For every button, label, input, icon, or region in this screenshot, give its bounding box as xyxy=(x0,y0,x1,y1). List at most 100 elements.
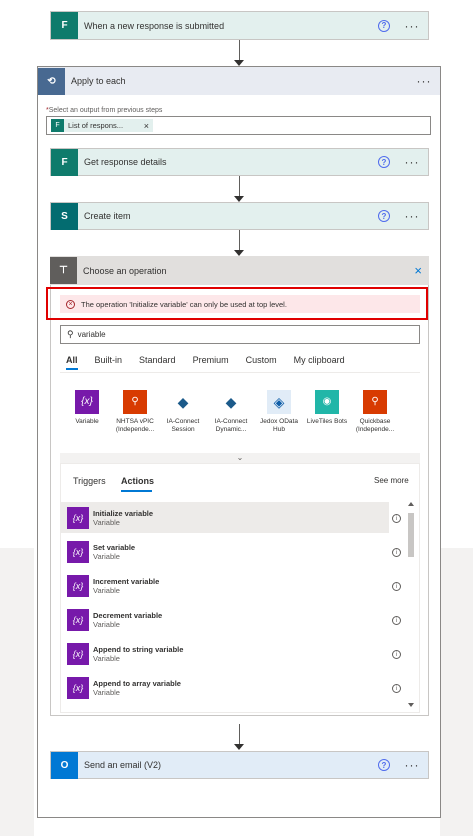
forms-icon: F xyxy=(51,148,78,176)
more-options-button[interactable]: ··· xyxy=(402,155,422,169)
select-output-label: *Select an output from previous steps xyxy=(46,107,163,114)
variable-icon: {x} xyxy=(67,676,89,699)
search-icon: ⚲ xyxy=(67,329,74,339)
help-icon[interactable]: ? xyxy=(378,156,390,168)
tab-underline xyxy=(121,490,152,492)
tab-underline xyxy=(66,368,78,370)
see-more-link[interactable]: See more xyxy=(374,476,409,485)
step-title: Get response details xyxy=(84,157,167,167)
tab-my-clipboard[interactable]: My clipboard xyxy=(294,355,345,365)
apply-to-each-title: Apply to each xyxy=(71,76,126,86)
connector-label: IA-Connect Session xyxy=(166,418,200,433)
action-connector: Variable xyxy=(93,517,120,527)
search-box[interactable]: ⚲ variable xyxy=(60,325,420,344)
flow-arrow xyxy=(233,176,245,202)
more-options-button[interactable]: ··· xyxy=(402,209,422,223)
tab-triggers[interactable]: Triggers xyxy=(73,476,106,486)
create-item-card[interactable]: S Create item ? ··· xyxy=(50,202,429,230)
tab-all[interactable]: All xyxy=(66,355,78,365)
variable-icon: {x} xyxy=(67,506,89,529)
forms-icon: F xyxy=(51,12,78,39)
trigger-card[interactable]: F When a new response is submitted ? ··· xyxy=(50,11,429,40)
action-connector: Variable xyxy=(93,687,120,697)
action-connector: Variable xyxy=(93,619,120,629)
forms-icon: F xyxy=(51,119,64,132)
action-name: Initialize variable xyxy=(93,508,154,518)
action-connector: Variable xyxy=(93,585,120,595)
connector-label: Jedox OData Hub xyxy=(260,418,298,433)
connector-label: NHTSA vPIC (Independe... xyxy=(115,418,155,433)
tab-custom[interactable]: Custom xyxy=(246,355,277,365)
token-remove-icon[interactable]: × xyxy=(144,121,149,131)
help-icon[interactable]: ? xyxy=(378,19,390,32)
connector-tabs: All Built-in Standard Premium Custom My … xyxy=(66,355,362,365)
tab-actions[interactable]: Actions xyxy=(121,476,154,486)
info-icon[interactable]: i xyxy=(392,616,401,625)
connector-ia-connect-dynamic[interactable]: ◆ IA-Connect Dynamic... xyxy=(207,390,255,434)
more-options-button[interactable]: ··· xyxy=(414,74,434,88)
sharepoint-icon: S xyxy=(51,202,78,230)
action-name: Decrement variable xyxy=(93,610,163,620)
error-banner: × The operation 'Initialize variable' ca… xyxy=(60,295,420,313)
flow-arrow xyxy=(233,230,245,256)
action-row-set-variable[interactable]: {x} Set variable Variable xyxy=(61,536,389,567)
tab-built-in[interactable]: Built-in xyxy=(95,355,123,365)
connector-label: IA-Connect Dynamic... xyxy=(214,418,248,433)
action-row-decrement-variable[interactable]: {x} Decrement variable Variable xyxy=(61,604,389,635)
expand-connectors-bar[interactable]: ⌄ xyxy=(60,453,420,463)
error-icon: × xyxy=(66,299,75,309)
info-icon[interactable]: i xyxy=(392,684,401,693)
token-label: List of respons... xyxy=(68,121,124,130)
connector-jedox[interactable]: ◈ Jedox OData Hub xyxy=(255,390,303,434)
connector-label: Variable xyxy=(75,418,99,425)
help-icon[interactable]: ? xyxy=(378,759,390,771)
more-options-button[interactable]: ··· xyxy=(402,758,422,772)
apply-to-each-header[interactable]: ⟲ Apply to each ··· xyxy=(38,67,440,95)
send-email-card[interactable]: O Send an email (V2) ? ··· xyxy=(50,751,429,779)
tab-standard[interactable]: Standard xyxy=(139,355,176,365)
step-title: Create item xyxy=(84,211,131,221)
flow-arrow xyxy=(233,724,245,750)
info-icon[interactable]: i xyxy=(392,650,401,659)
trigger-title: When a new response is submitted xyxy=(84,20,225,31)
connector-quickbase[interactable]: ⚲ Quickbase (Independe... xyxy=(351,390,399,434)
action-name: Set variable xyxy=(93,542,136,552)
info-icon[interactable]: i xyxy=(392,582,401,591)
help-icon[interactable]: ? xyxy=(378,210,390,222)
dynamic-token[interactable]: F List of respons... × xyxy=(51,119,153,132)
action-row-append-string[interactable]: {x} Append to string variable Variable xyxy=(61,638,389,669)
flow-arrow xyxy=(233,40,245,66)
scrollbar-thumb[interactable] xyxy=(408,513,414,557)
connector-label: LiveTiles Bots xyxy=(306,418,348,425)
info-icon[interactable]: i xyxy=(392,514,401,523)
info-icon[interactable]: i xyxy=(392,548,401,557)
connector-label: Quickbase (Independe... xyxy=(355,418,395,433)
scroll-down-arrow[interactable] xyxy=(408,703,414,707)
tab-premium[interactable]: Premium xyxy=(193,355,229,365)
scrollbar-track[interactable] xyxy=(407,502,415,707)
more-options-button[interactable]: ··· xyxy=(402,19,422,33)
livetiles-icon: ◉ xyxy=(315,390,339,414)
step-title: Send an email (V2) xyxy=(84,760,162,770)
connector-ia-connect-session[interactable]: ◆ IA-Connect Session xyxy=(159,390,207,434)
connector-nhtsa[interactable]: ⚲ NHTSA vPIC (Independe... xyxy=(111,390,159,434)
connector-livetiles[interactable]: ◉ LiveTiles Bots xyxy=(303,390,351,434)
action-row-increment-variable[interactable]: {x} Increment variable Variable xyxy=(61,570,389,601)
action-name: Append to array variable xyxy=(93,678,181,688)
variable-icon: {x} xyxy=(67,642,89,665)
choose-operation-header: ⊤ Choose an operation × xyxy=(50,256,429,285)
action-row-append-array[interactable]: {x} Append to array variable Variable xyxy=(61,672,389,703)
ia-connect-icon: ◆ xyxy=(219,390,243,414)
select-output-field[interactable]: F List of respons... × xyxy=(46,116,431,135)
scroll-up-arrow[interactable] xyxy=(408,502,414,506)
action-row-initialize-variable[interactable]: {x} Initialize variable Variable xyxy=(61,502,389,533)
search-input[interactable]: variable xyxy=(78,330,106,339)
outlook-icon: O xyxy=(51,751,78,779)
connector-variable[interactable]: {x} Variable xyxy=(63,390,111,434)
variable-icon: {x} xyxy=(75,390,99,414)
action-name: Increment variable xyxy=(93,576,160,586)
close-icon[interactable]: × xyxy=(414,263,422,278)
get-response-details-card[interactable]: F Get response details ? ··· xyxy=(50,148,429,176)
variable-icon: {x} xyxy=(67,540,89,563)
action-connector: Variable xyxy=(93,653,120,663)
